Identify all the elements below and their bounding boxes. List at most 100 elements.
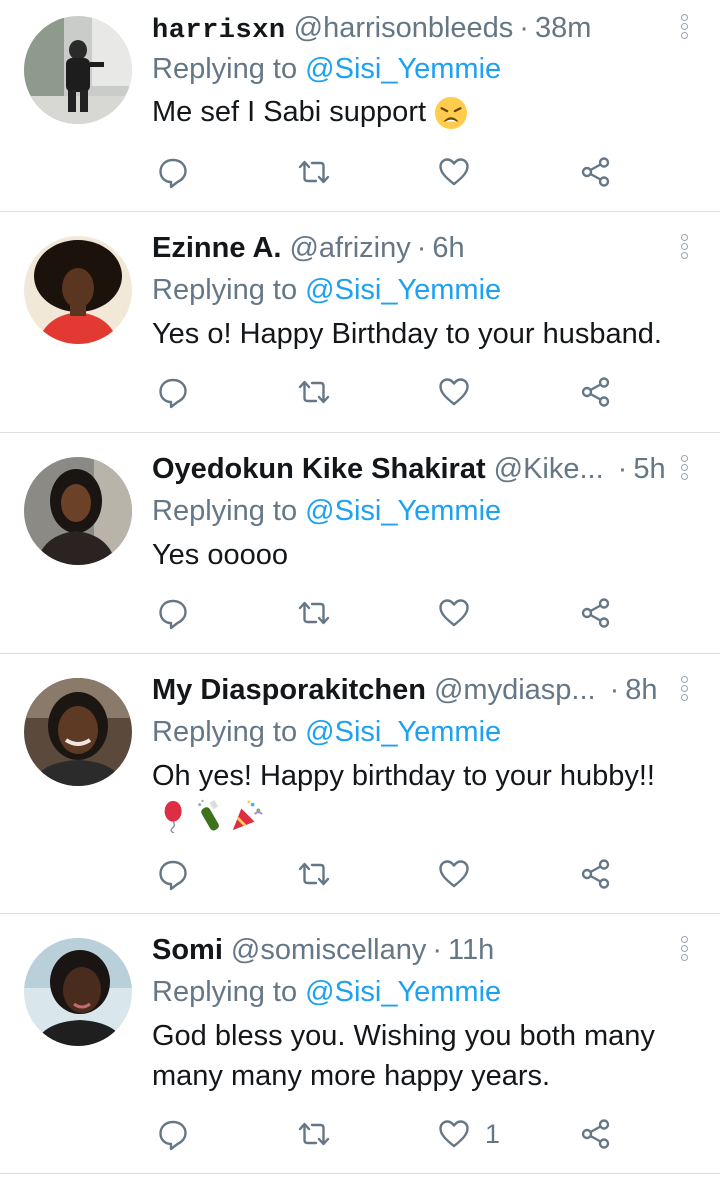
tweet-header: Ezinne A. @afriziny · 6h [152,228,465,268]
user-handle[interactable]: @afriziny [289,228,410,268]
timestamp[interactable]: 38m [535,8,591,48]
avatar[interactable] [24,16,132,124]
retweet-button[interactable] [297,854,331,894]
reply-button[interactable] [156,593,190,633]
like-icon [439,860,469,888]
display-name[interactable]: Ezinne A. [152,228,281,268]
timestamp[interactable]: 11h [448,930,494,970]
replying-to: Replying to @Sisi_Yemmie [152,270,501,310]
timestamp[interactable]: 5h [633,449,665,489]
party-popper-icon [232,800,263,831]
reply-button[interactable] [156,372,190,412]
like-button[interactable] [437,593,485,633]
replying-to: Replying to @Sisi_Yemmie [152,49,501,89]
tweet-header: Somi @somiscellany · 11h [152,930,494,970]
display-name[interactable]: Somi [152,930,223,970]
tweet[interactable]: My Diasporakitchen @mydiasp... · 8h Repl… [0,654,720,914]
tweet-text: Oh yes! Happy birthday to your hubby!! [152,756,692,836]
replying-label: Replying to [152,495,298,527]
retweet-icon [298,160,330,184]
reply-button[interactable] [156,1114,190,1154]
weary-face-icon [435,97,468,130]
share-button[interactable] [579,854,613,894]
share-icon [581,1119,610,1149]
balloon-icon [164,800,182,833]
retweet-button[interactable] [297,593,331,633]
mention-link[interactable]: @Sisi_Yemmie [305,976,501,1008]
share-icon [581,859,610,889]
like-count: 1 [485,1118,501,1149]
tweet-header: Oyedokun Kike Shakirat @Kike... · 5h [152,449,666,489]
display-name[interactable]: My Diasporakitchen [152,670,426,710]
mention-link[interactable]: @Sisi_Yemmie [305,716,501,748]
avatar[interactable] [24,457,132,565]
like-button[interactable] [437,152,485,192]
tweet-header: My Diasporakitchen @mydiasp... · 8h [152,670,658,710]
tweet-text-content: Oh yes! Happy birthday to your hubby!! [152,760,655,792]
more-options-icon[interactable] [676,455,692,487]
retweet-button[interactable] [297,1114,331,1154]
timestamp[interactable]: 6h [432,228,464,268]
mention-link[interactable]: @Sisi_Yemmie [305,274,501,306]
retweet-icon [298,1122,330,1146]
more-options-icon[interactable] [676,936,692,968]
tweet-text: God bless you. Wishing you both many man… [152,1016,672,1096]
user-handle[interactable]: @somiscellany [231,930,426,970]
avatar-image [24,678,132,786]
display-name[interactable]: harrisxn [152,11,286,51]
avatar[interactable] [24,678,132,786]
share-button[interactable] [579,152,613,192]
replying-label: Replying to [152,716,298,748]
more-options-icon[interactable] [676,676,692,708]
like-button[interactable]: 1 [437,1114,500,1154]
user-handle[interactable]: @mydiasp... [434,670,596,710]
mention-link[interactable]: @Sisi_Yemmie [305,495,501,527]
avatar[interactable] [24,236,132,344]
reply-button[interactable] [156,152,190,192]
tweet[interactable]: Somi @somiscellany · 11h Replying to @Si… [0,914,720,1174]
tweet[interactable]: harrisxn @harrisonbleeds · 38m Replying … [0,0,720,212]
tweet-text: Yes ooooo [152,535,692,575]
more-options-icon[interactable] [676,234,692,266]
share-icon [581,598,610,628]
share-button[interactable] [579,593,613,633]
timestamp[interactable]: 8h [625,670,657,710]
tweet-actions [152,593,632,633]
avatar[interactable] [24,938,132,1046]
emoji-row [158,796,692,836]
tweet[interactable]: Ezinne A. @afriziny · 6h Replying to @Si… [0,212,720,433]
user-handle[interactable]: @Kike... [494,449,604,489]
reply-button[interactable] [156,854,190,894]
like-icon [439,599,469,627]
reply-icon [159,1120,187,1151]
replying-to: Replying to @Sisi_Yemmie [152,972,501,1012]
share-button[interactable] [579,372,613,412]
replying-label: Replying to [152,53,298,85]
share-button[interactable] [579,1114,613,1154]
replying-label: Replying to [152,274,298,306]
like-icon [439,158,469,186]
like-button[interactable] [437,372,485,412]
separator-dot: · [609,674,620,706]
tweet[interactable]: Oyedokun Kike Shakirat @Kike... · 5h Rep… [0,433,720,654]
separator-dot: · [416,232,427,264]
retweet-button[interactable] [297,152,331,192]
tweet-text: Me sef I Sabi support [152,92,692,132]
user-handle[interactable]: @harrisonbleeds [294,8,514,48]
display-name[interactable]: Oyedokun Kike Shakirat [152,449,486,489]
tweet-text-content: Yes o! Happy Birthday to your husband. [152,318,662,350]
more-options-icon[interactable] [676,14,692,46]
like-icon [439,1120,469,1148]
like-icon [439,378,469,406]
tweet-actions: 1 [152,1114,632,1154]
retweet-icon [298,862,330,886]
mention-link[interactable]: @Sisi_Yemmie [305,53,501,85]
tweet-text-content: Yes ooooo [152,539,289,571]
replying-to: Replying to @Sisi_Yemmie [152,491,501,531]
retweet-button[interactable] [297,372,331,412]
separator-dot: · [432,934,443,966]
like-button[interactable] [437,854,485,894]
separator-dot: · [617,453,628,485]
avatar-image [24,236,132,344]
tweet-actions [152,854,632,894]
